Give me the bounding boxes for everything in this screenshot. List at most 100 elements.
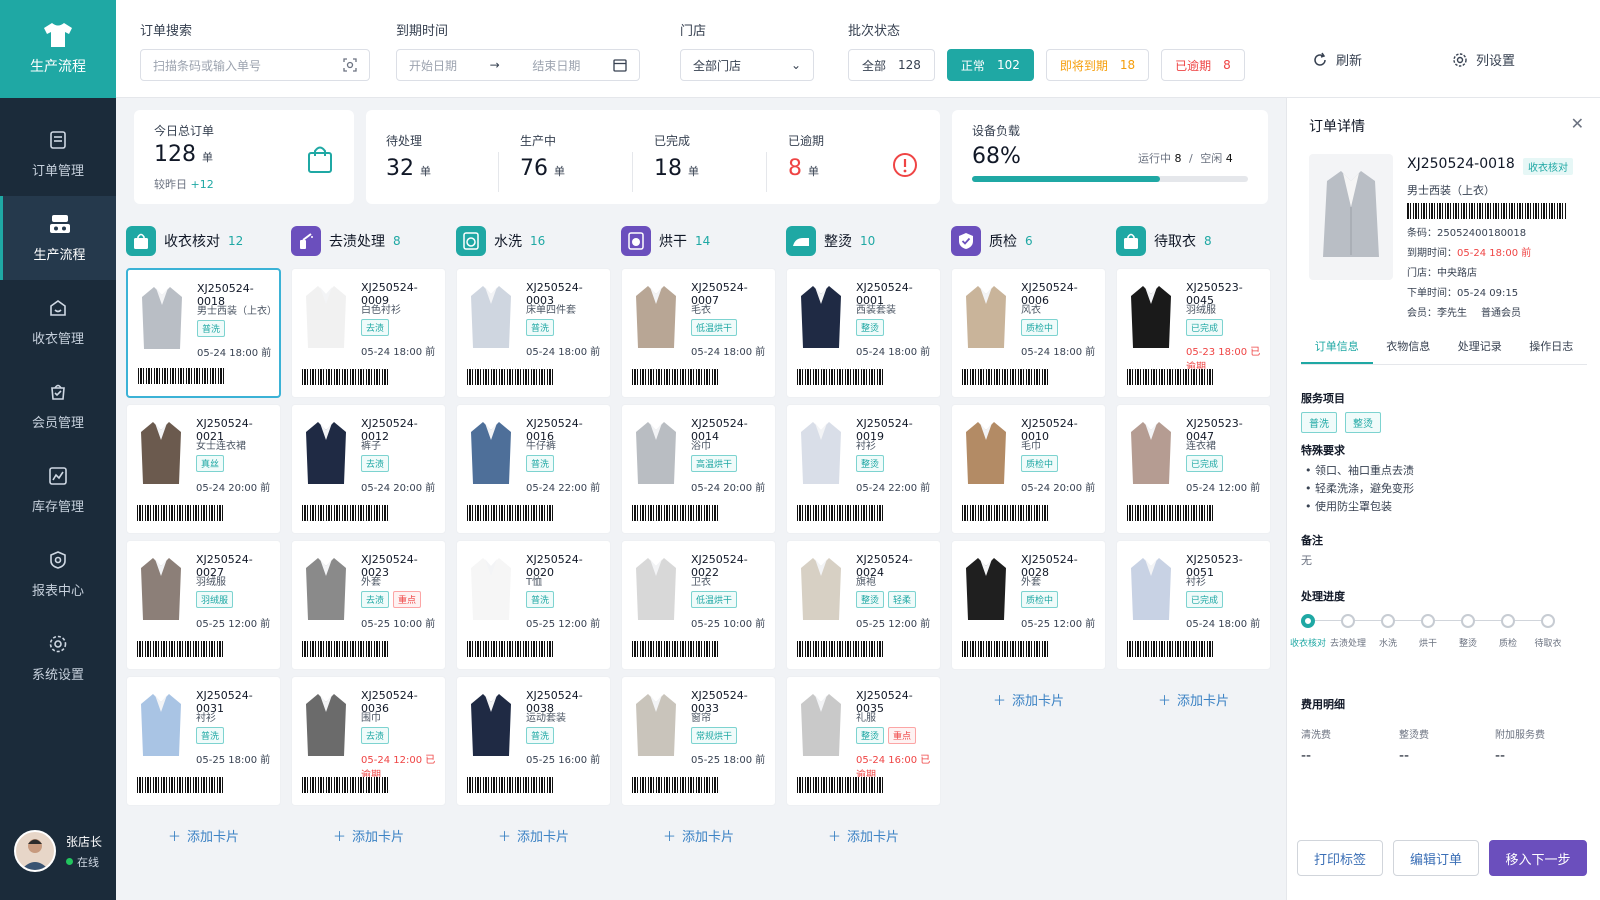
garment-thumbnail [300,687,352,763]
order-card[interactable]: XJ250524-0010 毛巾 质检中 05-24 20:00 前 [951,404,1106,534]
sidebar-item-members[interactable]: 会员管理 [0,364,116,448]
card-garment-type: 旗袍 [856,577,876,588]
move-next-step-button[interactable]: 移入下一步 [1489,840,1587,876]
date-range-picker[interactable]: 开始日期 → 结束日期 [396,49,640,81]
sidebar-item-reports[interactable]: 报表中心 [0,532,116,616]
order-card[interactable]: XJ250524-0028 外套 质检中 05-25 12:00 前 [951,540,1106,670]
add-card-button[interactable]: ＋ 添加卡片 [1116,684,1271,714]
plus-icon: ＋ [497,829,511,845]
order-card[interactable]: XJ250524-0033 窗帘 常规烘干 05-25 18:00 前 [621,676,776,806]
order-card[interactable]: XJ250524-0009 白色衬衫 去渍 05-24 18:00 前 [291,268,446,398]
order-card[interactable]: XJ250524-0001 西装套装 整烫 05-24 18:00 前 [786,268,941,398]
order-card[interactable]: XJ250524-0024 旗袍 整烫 轻柔 05-25 12:00 前 [786,540,941,670]
store-select[interactable]: 全部门店 ⌄ [680,49,814,81]
order-card[interactable]: XJ250524-0036 围巾 去渍 05-24 12:00 已逾期 [291,676,446,806]
card-barcode [302,369,390,385]
detail-barcode [1407,203,1567,219]
refresh-button[interactable]: 刷新 [1312,50,1362,69]
stat-pending-label: 待处理 [386,134,423,148]
add-card-button[interactable]: ＋ 添加卡片 [621,820,776,850]
search-input[interactable]: 扫描条码或输入单号 [140,49,370,81]
divider [632,152,633,192]
card-tag: 低温烘干 [691,319,738,336]
card-barcode [632,505,720,521]
print-label-button[interactable]: 打印标签 [1297,840,1383,876]
sidebar-item-production[interactable]: 生产流程 [0,196,116,280]
order-card[interactable]: XJ250524-0006 风衣 质检中 05-24 18:00 前 [951,268,1106,398]
order-card[interactable]: XJ250523-0045 羽绒服 已完成 05-23 18:00 已逾期 [1116,268,1271,398]
tab-order-info[interactable]: 订单信息 [1301,338,1373,364]
order-card[interactable]: XJ250524-0016 牛仔裤 普洗 05-24 22:00 前 [456,404,611,534]
sidebar-item-settings[interactable]: 系统设置 [0,616,116,700]
search-placeholder: 扫描条码或输入单号 [153,58,262,73]
inventory-icon [49,466,67,485]
card-tag: 已完成 [1186,319,1224,336]
order-card[interactable]: XJ250524-0014 浴巾 高温烘干 05-24 20:00 前 [621,404,776,534]
order-card[interactable]: XJ250524-0021 女士连衣裙 真丝 05-24 20:00 前 [126,404,281,534]
order-card[interactable]: XJ250524-0018 男士西装（上衣） 普洗 05-24 18:00 前 [126,268,281,398]
chip-normal[interactable]: 正常 102 [946,49,1034,81]
card-barcode [302,641,390,657]
tab-process-record[interactable]: 处理记录 [1444,338,1516,364]
order-card[interactable]: XJ250523-0047 连衣裙 已完成 05-24 12:00 前 [1116,404,1271,534]
order-card[interactable]: XJ250524-0038 运动套装 普洗 05-25 16:00 前 [456,676,611,806]
column-header: 质检 6 [941,216,1106,266]
stats-row: 今日总订单 128 单 较昨日 +12 待处理 32 单 生产中 76 单 已完成 1… [116,98,1286,216]
user-profile[interactable]: 张店长 在线 [14,830,102,872]
column-count: 10 [860,234,876,248]
sidebar-item-orders[interactable]: 订单管理 [0,112,116,196]
date-end: 结束日期 [532,58,581,73]
column-header: 整烫 10 [776,216,941,266]
order-card[interactable]: XJ250524-0019 衬衫 整烫 05-24 22:00 前 [786,404,941,534]
sidebar-item-receive[interactable]: 收衣管理 [0,280,116,364]
card-tag: 常规烘干 [691,727,738,744]
add-card-button[interactable]: ＋ 添加卡片 [126,820,281,850]
garment-thumbnail [300,415,352,491]
order-card[interactable]: XJ250524-0022 卫衣 低温烘干 05-25 10:00 前 [621,540,776,670]
add-card-button[interactable]: ＋ 添加卡片 [951,684,1106,714]
edit-order-button[interactable]: 编辑订单 [1393,840,1479,876]
chip-due-soon[interactable]: 即将到期 18 [1045,49,1150,81]
column-settings-button[interactable]: 列设置 [1452,50,1515,69]
report-icon [50,550,66,569]
store-label: 门店 [680,24,707,39]
card-tag: 高温烘干 [691,455,738,472]
progress-step-dot [1541,614,1555,628]
chip-label: 即将到期 [1059,58,1108,73]
sidebar-item-inventory[interactable]: 库存管理 [0,448,116,532]
order-card[interactable]: XJ250523-0051 衬衫 已完成 05-24 18:00 前 [1116,540,1271,670]
card-tags: 质检中 [1021,319,1059,336]
detail-member: 会员：李先生 [1407,308,1467,319]
column-count: 12 [228,234,244,248]
card-barcode [467,777,555,793]
service-label: 服务项目 [1301,392,1345,405]
tab-operation-log[interactable]: 操作日志 [1516,338,1588,364]
order-card[interactable]: XJ250524-0020 T恤 普洗 05-25 12:00 前 [456,540,611,670]
order-card[interactable]: XJ250524-0012 裤子 去渍 05-24 20:00 前 [291,404,446,534]
add-card-button[interactable]: ＋ 添加卡片 [456,820,611,850]
add-card-button[interactable]: ＋ 添加卡片 [786,820,941,850]
order-card[interactable]: XJ250524-0023 外套 去渍 重点 05-25 10:00 前 [291,540,446,670]
close-icon[interactable]: ✕ [1571,114,1584,133]
brand-logo[interactable]: 生产流程 [0,0,116,98]
card-due: 05-24 18:00 前 [1021,347,1096,358]
card-garment-type: 毛衣 [691,305,711,316]
order-card[interactable]: XJ250524-0007 毛衣 低温烘干 05-24 18:00 前 [621,268,776,398]
order-card[interactable]: XJ250524-0027 羽绒服 羽绒服 05-25 12:00 前 [126,540,281,670]
add-card-button[interactable]: ＋ 添加卡片 [291,820,446,850]
detail-due-value: 05-24 18:00 前 [1457,248,1532,259]
chip-all[interactable]: 全部 128 [848,49,935,81]
order-card[interactable]: XJ250524-0031 衬衫 普洗 05-25 18:00 前 [126,676,281,806]
batch-group: 批次状态 全部 128 正常 102 即将到期 18 已逾期 8 [848,20,1245,81]
card-barcode [632,641,720,657]
detail-due-label: 到期时间： [1407,248,1457,259]
chip-overdue[interactable]: 已逾期 8 [1161,49,1245,81]
sidebar-item-label: 生产流程 [33,247,86,263]
card-tags: 整烫 轻柔 [856,591,917,608]
card-barcode [137,641,225,657]
order-card[interactable]: XJ250524-0035 礼服 整烫 重点 05-24 16:00 已逾期 [786,676,941,806]
order-card[interactable]: XJ250524-0003 床单四件套 普洗 05-24 18:00 前 [456,268,611,398]
garment-thumbnail [465,279,517,355]
tab-garment-info[interactable]: 衣物信息 [1373,338,1445,364]
stat-unit: 单 [420,165,431,178]
